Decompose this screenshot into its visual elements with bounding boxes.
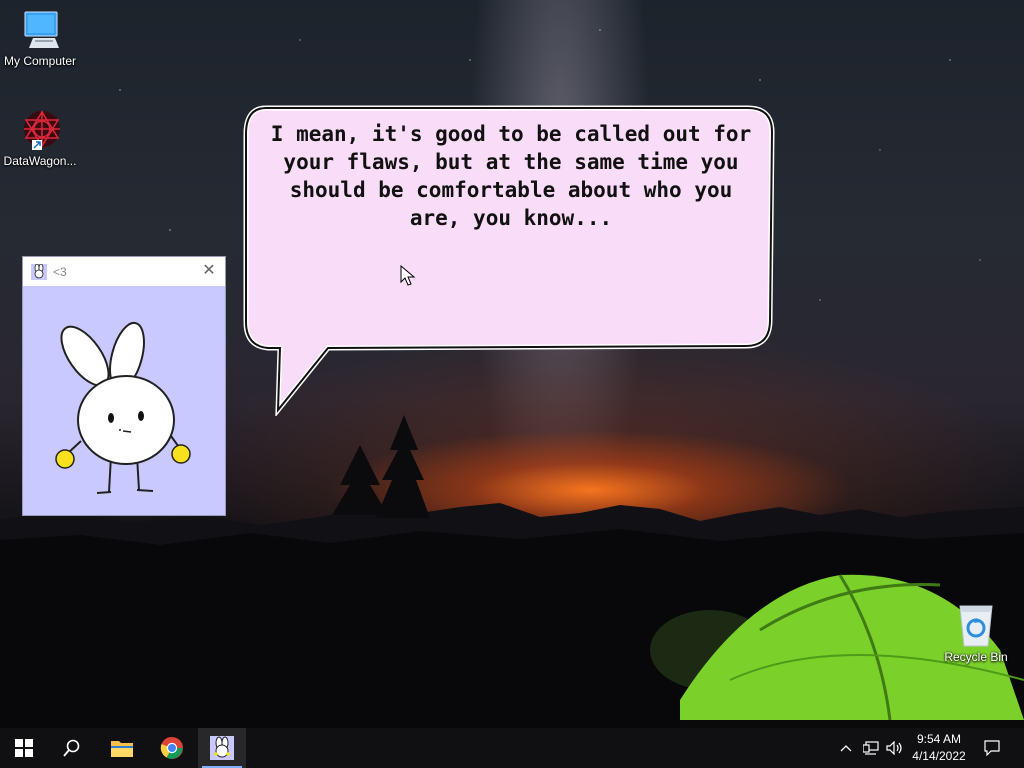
network-icon xyxy=(863,741,879,755)
bunny-app-icon xyxy=(210,736,234,760)
taskbar-bunny-app[interactable] xyxy=(198,728,246,768)
search-button[interactable] xyxy=(48,728,96,768)
tray-volume[interactable] xyxy=(884,728,906,768)
pet-window[interactable]: <3 ✕ xyxy=(22,256,226,516)
speech-bubble-text: I mean, it's good to be called out for y… xyxy=(270,122,752,230)
windows-start-icon xyxy=(15,739,33,757)
desktop-icon-label: Recycle Bin xyxy=(944,650,1008,664)
pet-window-title: <3 xyxy=(53,264,67,279)
tray-show-hidden[interactable] xyxy=(836,728,856,768)
recycle-bin-icon xyxy=(959,605,993,647)
desktop: My Computer DataWagon... Recycle Bin I m… xyxy=(0,0,1024,768)
pet-canvas[interactable] xyxy=(23,286,225,515)
taskbar-chrome[interactable] xyxy=(148,728,196,768)
close-button[interactable]: ✕ xyxy=(199,261,219,281)
bunny-app-icon xyxy=(31,263,47,280)
chevron-up-icon xyxy=(840,745,852,752)
chrome-icon xyxy=(160,736,183,759)
taskbar-file-explorer[interactable] xyxy=(98,728,146,768)
mouse-cursor-icon xyxy=(400,265,416,286)
bunny-character xyxy=(55,321,191,494)
notification-icon xyxy=(984,740,1000,756)
tray-clock[interactable]: 9:54 AM 4/14/2022 xyxy=(906,731,972,765)
taskbar: 9:54 AM 4/14/2022 xyxy=(0,728,1024,768)
close-icon: ✕ xyxy=(202,262,216,279)
clock-date: 4/14/2022 xyxy=(912,749,966,763)
start-button[interactable] xyxy=(0,728,48,768)
tray-network[interactable] xyxy=(860,728,882,768)
speech-bubble[interactable]: I mean, it's good to be called out for y… xyxy=(240,104,780,416)
pine-trees xyxy=(332,415,430,518)
desktop-icon-label: My Computer xyxy=(3,54,77,68)
folder-icon xyxy=(111,741,133,757)
volume-icon xyxy=(886,741,902,755)
desktop-icon-datawagon[interactable]: DataWagon... xyxy=(0,108,80,168)
pet-window-titlebar[interactable]: <3 ✕ xyxy=(23,257,225,286)
clock-time: 9:54 AM xyxy=(916,732,962,746)
search-icon xyxy=(63,739,80,757)
datawagon-icon xyxy=(24,110,60,150)
desktop-icon-my-computer[interactable]: My Computer xyxy=(0,10,80,68)
tray-notifications[interactable] xyxy=(978,728,1006,768)
desktop-icon-recycle-bin[interactable]: Recycle Bin xyxy=(936,602,1016,664)
monitor-icon xyxy=(24,11,59,48)
desktop-icon-label: DataWagon... xyxy=(3,154,77,168)
